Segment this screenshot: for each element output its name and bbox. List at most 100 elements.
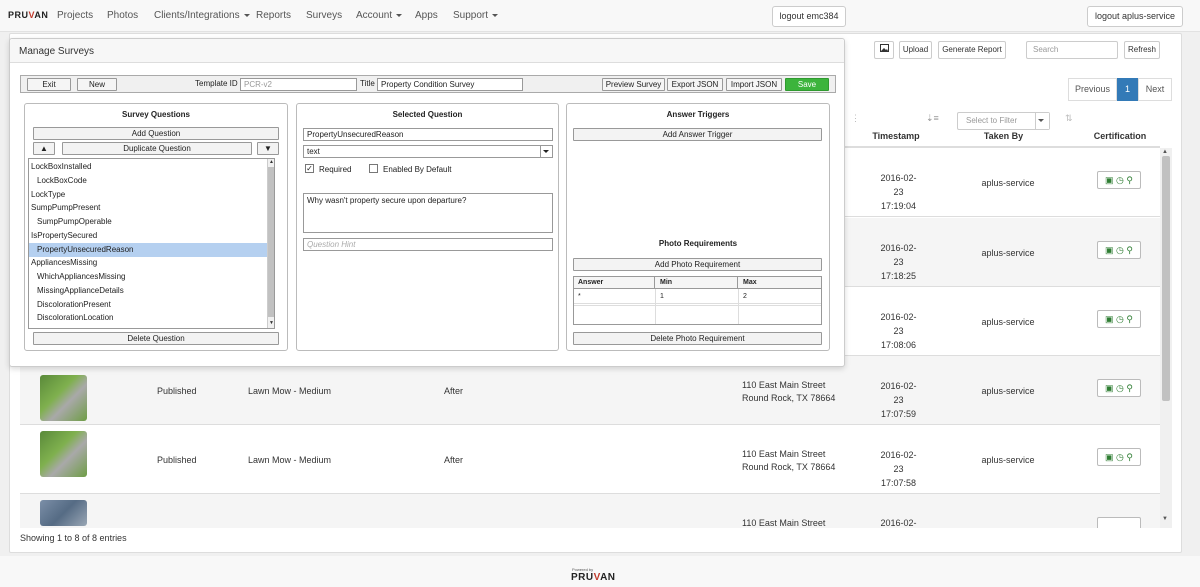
certification-badges[interactable]: ▣ ◷ ⚲: [1097, 241, 1141, 259]
table-row[interactable]: * 1 2: [574, 290, 821, 304]
nav-reports[interactable]: Reports: [256, 10, 291, 21]
taken-by-filter-select[interactable]: Select to Filter: [957, 112, 1050, 130]
timestamp-cell: 2016-02-23: [880, 518, 917, 528]
column-divider: [655, 289, 656, 324]
pagination-previous[interactable]: Previous: [1068, 78, 1117, 101]
photo-requirements-title: Photo Requirements: [658, 239, 738, 248]
pruvan-logo[interactable]: PRUVAN: [8, 10, 48, 20]
move-up-button[interactable]: ▲: [33, 142, 55, 155]
certification-badges[interactable]: ▣ ◷ ⚲: [1097, 171, 1141, 189]
map-pin-icon: ⚲: [1126, 452, 1133, 462]
list-item[interactable]: WhichAppliancesMissing: [29, 270, 267, 284]
photo-thumbnail[interactable]: [40, 431, 87, 477]
list-item[interactable]: IsPropertySecured: [29, 229, 267, 243]
question-name-input[interactable]: PropertyUnsecuredReason: [303, 128, 553, 141]
logout-user-button[interactable]: logout emc384: [772, 6, 846, 27]
nav-projects[interactable]: Projects: [57, 10, 93, 21]
list-item[interactable]: SumpPumpPresent: [29, 201, 267, 215]
question-type-select[interactable]: text: [303, 145, 553, 158]
list-item[interactable]: LockBoxCode: [29, 174, 267, 188]
new-button[interactable]: New: [77, 78, 117, 91]
list-item[interactable]: AppliancesMissing: [29, 256, 267, 270]
list-item[interactable]: SumpPumpOperable: [29, 215, 267, 229]
refresh-button[interactable]: Refresh: [1124, 41, 1160, 59]
scroll-up-icon[interactable]: ▲: [269, 159, 274, 165]
pane-title: Survey Questions: [121, 110, 191, 119]
header-timestamp[interactable]: Timestamp: [871, 131, 921, 141]
sort-icon[interactable]: ⋮: [851, 113, 860, 124]
list-item[interactable]: LockBoxInstalled: [29, 160, 267, 174]
photo-thumbnail[interactable]: [40, 500, 87, 526]
clock-icon: ◷: [1116, 245, 1124, 255]
pagination-next[interactable]: Next: [1138, 78, 1172, 101]
nav-photos[interactable]: Photos: [107, 10, 138, 21]
required-checkbox[interactable]: ✓: [305, 164, 314, 173]
nav-apps[interactable]: Apps: [415, 10, 438, 21]
scrollbar-thumb[interactable]: [268, 167, 274, 317]
question-text-area[interactable]: Why wasn't property secure upon departur…: [303, 193, 553, 233]
save-button[interactable]: Save: [785, 78, 829, 91]
scroll-up-icon[interactable]: ▲: [1162, 149, 1168, 155]
certification-badges[interactable]: ▣ ◷ ⚲: [1097, 310, 1141, 328]
header-taken-by[interactable]: Taken By: [960, 131, 1047, 141]
logout-service-button[interactable]: logout aplus-service: [1087, 6, 1183, 27]
photo-view-button[interactable]: [874, 41, 894, 59]
list-item[interactable]: LockType: [29, 188, 267, 202]
nav-support[interactable]: Support: [453, 10, 499, 21]
map-pin-icon: ⚲: [1126, 175, 1133, 185]
nav-account[interactable]: Account: [356, 10, 403, 21]
upload-button[interactable]: Upload: [899, 41, 932, 59]
table-row[interactable]: 110 East Main Street 2016-02-23: [20, 494, 1160, 528]
address-cell: 110 East Main Street Round Rock, TX 78664: [742, 449, 836, 472]
title-label: Title: [360, 79, 375, 88]
table-scrollbar[interactable]: ▲ ▼: [1160, 148, 1172, 528]
header-certification[interactable]: Certification: [1080, 131, 1160, 141]
search-input[interactable]: Search: [1026, 41, 1118, 59]
image-icon: [879, 44, 889, 52]
scroll-down-icon[interactable]: ▼: [269, 320, 274, 326]
certification-badges[interactable]: ▣ ◷ ⚲: [1097, 448, 1141, 466]
photo-thumbnail[interactable]: [40, 375, 87, 421]
enabled-by-default-checkbox[interactable]: [369, 164, 378, 173]
question-list[interactable]: LockBoxInstalled LockBoxCode LockType Su…: [28, 158, 275, 329]
duplicate-question-button[interactable]: Duplicate Question: [62, 142, 252, 155]
clock-icon: ◷: [1116, 383, 1124, 393]
pagination-page-1[interactable]: 1: [1117, 78, 1138, 101]
import-json-button[interactable]: Import JSON: [726, 78, 782, 91]
generate-report-button[interactable]: Generate Report: [938, 41, 1006, 59]
taken-by-cell: aplus-service: [981, 455, 1035, 465]
move-down-button[interactable]: ▼: [257, 142, 279, 155]
add-photo-requirement-button[interactable]: Add Photo Requirement: [573, 258, 822, 271]
footer-logo: PRUVAN: [571, 572, 616, 583]
list-item[interactable]: MissingApplianceDetails: [29, 284, 267, 298]
col-answer: Answer: [574, 277, 655, 289]
question-list-scrollbar[interactable]: ▲ ▼: [267, 159, 274, 328]
preview-survey-button[interactable]: Preview Survey: [602, 78, 665, 91]
export-json-button[interactable]: Export JSON: [667, 78, 723, 91]
nav-surveys[interactable]: Surveys: [306, 10, 342, 21]
row-divider: [574, 305, 821, 306]
scroll-down-icon[interactable]: ▼: [1162, 516, 1168, 522]
list-item[interactable]: DiscolorationPresent: [29, 298, 267, 312]
certification-badges[interactable]: [1097, 517, 1141, 528]
add-question-button[interactable]: Add Question: [33, 127, 279, 140]
image-icon: ▣: [1105, 452, 1114, 462]
clock-icon: ◷: [1116, 314, 1124, 324]
template-id-input[interactable]: PCR-v2: [240, 78, 357, 91]
sort-desc-icon[interactable]: ⇣≡: [926, 113, 939, 124]
delete-photo-requirement-button[interactable]: Delete Photo Requirement: [573, 332, 822, 345]
exit-button[interactable]: Exit: [27, 78, 71, 91]
list-item[interactable]: DiscolorationLocation: [29, 311, 267, 325]
clock-icon: ◷: [1116, 175, 1124, 185]
delete-question-button[interactable]: Delete Question: [33, 332, 279, 345]
list-item-selected[interactable]: PropertyUnsecuredReason: [29, 243, 267, 257]
table-row[interactable]: Published Lawn Mow - Medium After 110 Ea…: [20, 425, 1160, 494]
dialog-header: Manage Surveys: [10, 39, 844, 63]
add-answer-trigger-button[interactable]: Add Answer Trigger: [573, 128, 822, 141]
scrollbar-thumb[interactable]: [1162, 156, 1170, 401]
certification-badges[interactable]: ▣ ◷ ⚲: [1097, 379, 1141, 397]
survey-title-input[interactable]: Property Condition Survey: [377, 78, 523, 91]
question-hint-input[interactable]: Question Hint: [303, 238, 553, 251]
nav-clients-integrations[interactable]: Clients/Integrations: [154, 10, 250, 21]
sort-both-icon[interactable]: ⇅: [1065, 113, 1073, 124]
